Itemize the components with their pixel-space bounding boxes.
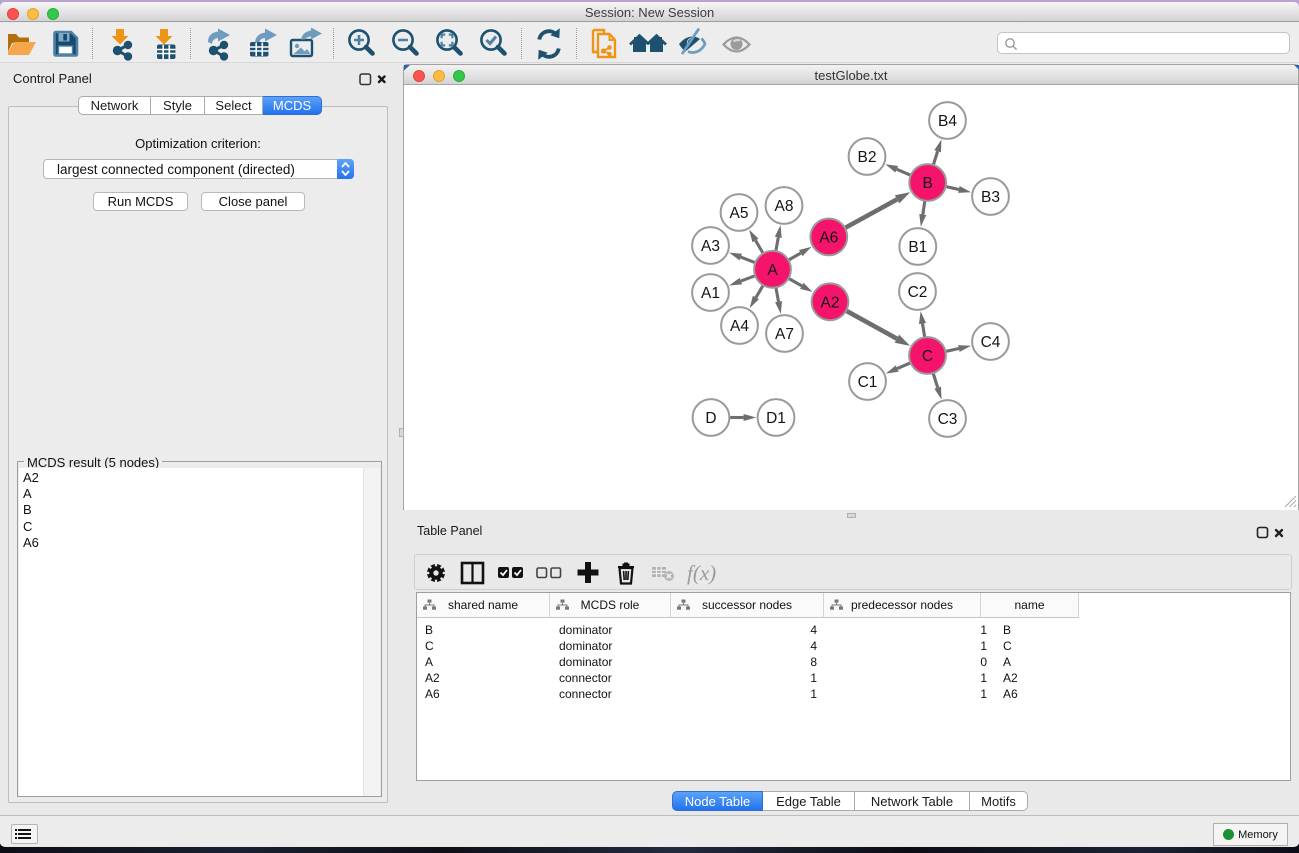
- svg-text:A5: A5: [730, 205, 749, 222]
- svg-text:A7: A7: [775, 326, 794, 343]
- svg-text:A3: A3: [701, 238, 720, 255]
- svg-text:B2: B2: [858, 149, 877, 166]
- svg-text:B: B: [923, 175, 933, 192]
- svg-text:A6: A6: [819, 229, 838, 246]
- svg-text:C2: C2: [908, 284, 928, 301]
- svg-text:B4: B4: [938, 113, 957, 130]
- svg-text:C: C: [922, 348, 933, 365]
- svg-text:A: A: [767, 262, 778, 279]
- svg-text:C4: C4: [981, 334, 1001, 351]
- svg-text:A1: A1: [701, 285, 720, 302]
- svg-text:A2: A2: [821, 294, 840, 311]
- svg-text:A4: A4: [730, 318, 749, 335]
- svg-text:C1: C1: [858, 374, 878, 391]
- svg-text:A8: A8: [775, 198, 794, 215]
- svg-text:D1: D1: [766, 410, 786, 427]
- svg-text:B1: B1: [908, 239, 927, 256]
- svg-text:C3: C3: [938, 411, 958, 428]
- svg-text:B3: B3: [981, 189, 1000, 206]
- svg-text:D: D: [705, 410, 716, 427]
